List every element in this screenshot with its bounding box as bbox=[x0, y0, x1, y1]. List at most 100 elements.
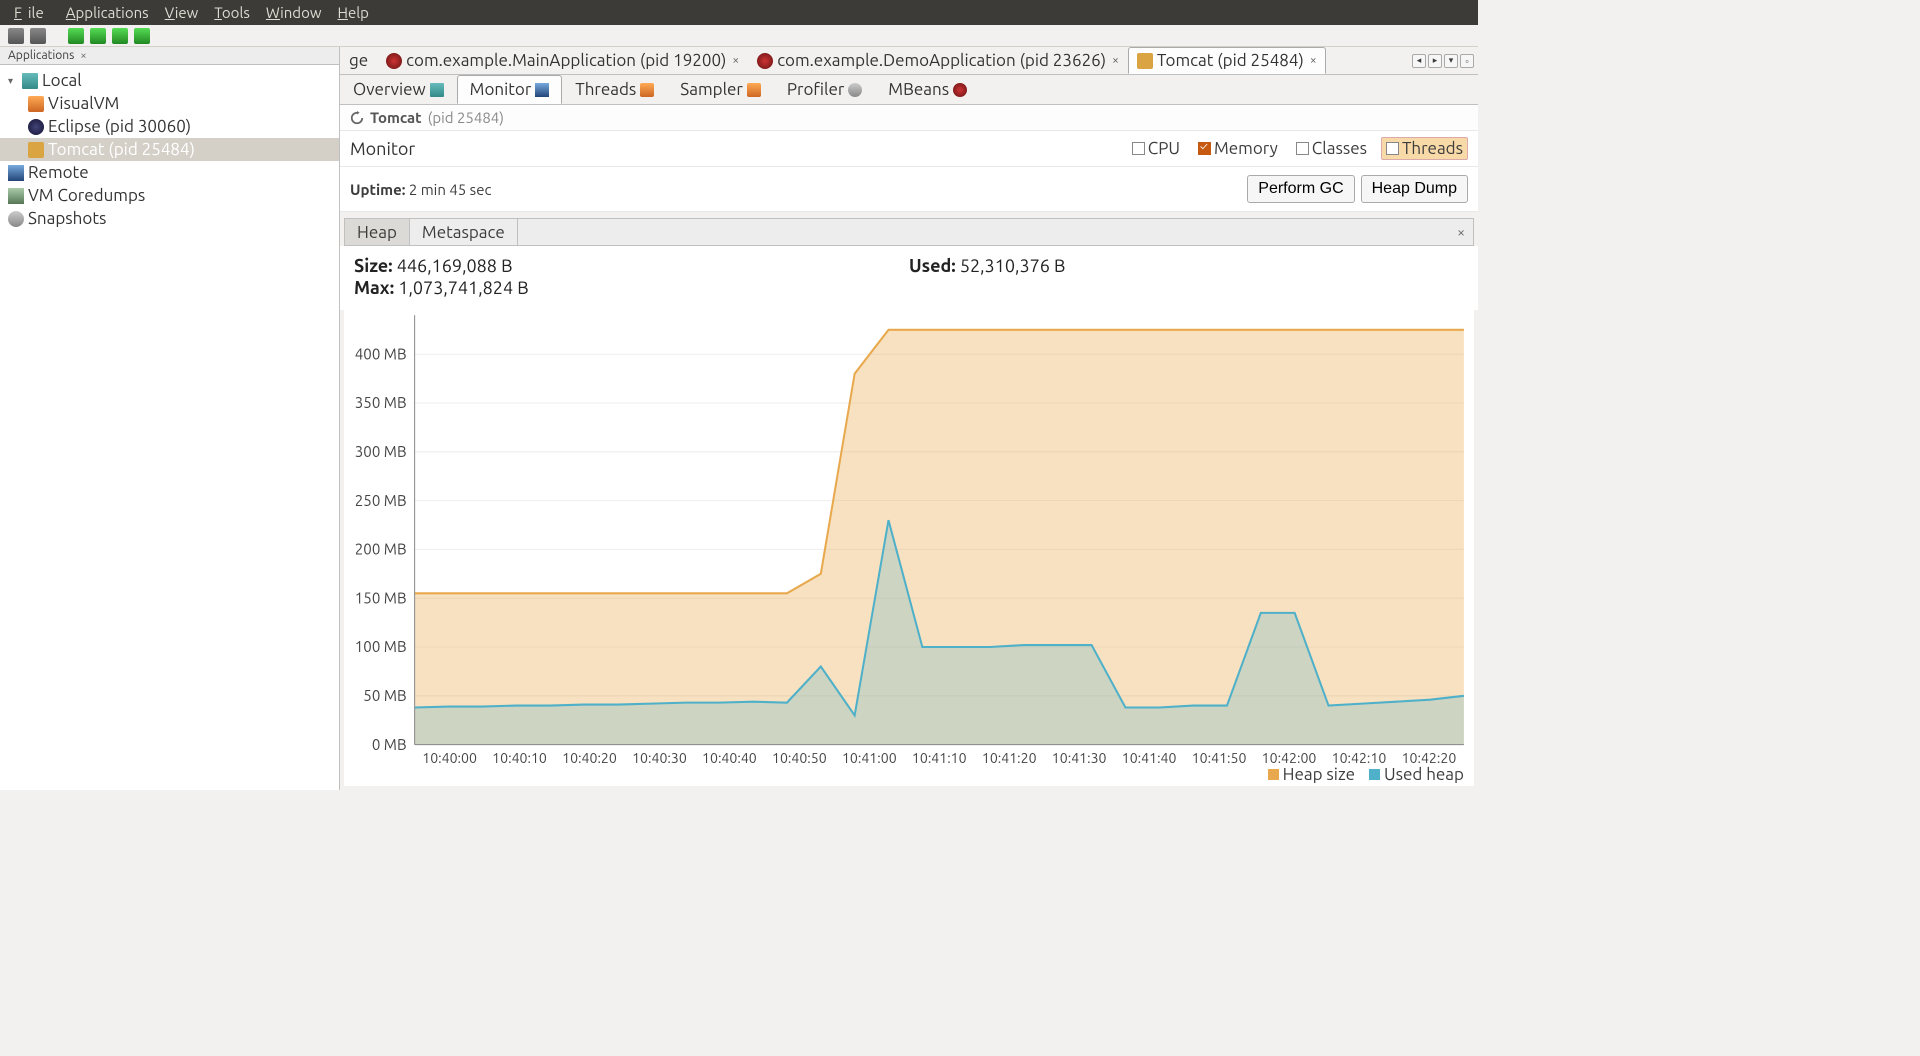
chevron-down-icon[interactable]: ▾ bbox=[8, 75, 18, 87]
tool-icon-4[interactable] bbox=[134, 28, 150, 44]
menu-tools[interactable]: Tools bbox=[208, 2, 256, 23]
profiler-icon bbox=[848, 83, 862, 97]
tab-sampler[interactable]: Sampler bbox=[667, 75, 774, 104]
heap-dump-button[interactable]: Heap Dump bbox=[1361, 175, 1468, 203]
java-icon bbox=[757, 53, 773, 69]
svg-text:10:41:30: 10:41:30 bbox=[1052, 750, 1107, 766]
tab-label: Tomcat (pid 25484) bbox=[1157, 51, 1304, 70]
tab-mbeans[interactable]: MBeans bbox=[875, 75, 980, 104]
check-memory[interactable]: Memory bbox=[1194, 138, 1282, 159]
tab-nav-right[interactable]: ▸ bbox=[1428, 54, 1442, 68]
heap-tabs: Heap Metaspace × bbox=[344, 218, 1474, 246]
remote-icon bbox=[8, 165, 24, 181]
heap-chart: 0 MB50 MB100 MB150 MB200 MB250 MB300 MB3… bbox=[344, 310, 1474, 786]
visualvm-icon bbox=[28, 96, 44, 112]
app-tab-truncated[interactable]: ge bbox=[340, 47, 377, 74]
tab-monitor[interactable]: Monitor bbox=[457, 75, 563, 104]
tool-icon-1[interactable] bbox=[68, 28, 84, 44]
tab-label: MBeans bbox=[888, 80, 949, 99]
chart-legend: Heap size Used heap bbox=[1268, 765, 1464, 784]
svg-text:10:40:50: 10:40:50 bbox=[772, 750, 827, 766]
menu-help[interactable]: Help bbox=[331, 2, 374, 23]
tree-item-eclipse[interactable]: Eclipse (pid 30060) bbox=[0, 115, 339, 138]
svg-text:250 MB: 250 MB bbox=[355, 492, 407, 509]
tab-nav-down[interactable]: ▾ bbox=[1444, 54, 1458, 68]
refresh-icon bbox=[350, 111, 364, 125]
close-icon[interactable]: × bbox=[732, 54, 739, 67]
threads-icon bbox=[640, 83, 654, 97]
tool-icon-3[interactable] bbox=[112, 28, 128, 44]
sidebar: Applications × ▾ Local VisualVM Eclipse … bbox=[0, 47, 340, 790]
close-icon[interactable]: × bbox=[80, 50, 86, 62]
menu-file[interactable]: File bbox=[8, 2, 56, 23]
sidebar-tab-label: Applications bbox=[8, 49, 74, 62]
save-icon[interactable] bbox=[30, 28, 46, 44]
legend-label: Heap size bbox=[1283, 765, 1355, 784]
status-app-name: Tomcat bbox=[370, 109, 422, 126]
tree-local[interactable]: ▾ Local bbox=[0, 69, 339, 92]
tree-item-tomcat[interactable]: Tomcat (pid 25484) bbox=[0, 138, 339, 161]
toolbar bbox=[0, 25, 1478, 47]
svg-text:200 MB: 200 MB bbox=[355, 540, 407, 557]
close-icon[interactable]: × bbox=[1112, 54, 1119, 67]
check-threads[interactable]: Threads bbox=[1381, 137, 1468, 160]
sampler-icon bbox=[747, 83, 761, 97]
legend-label: Used heap bbox=[1384, 765, 1464, 784]
tree-snapshots[interactable]: Snapshots bbox=[0, 207, 339, 230]
tree-label: Local bbox=[42, 71, 82, 90]
open-icon[interactable] bbox=[8, 28, 24, 44]
svg-text:10:40:40: 10:40:40 bbox=[702, 750, 757, 766]
tree-item-visualvm[interactable]: VisualVM bbox=[0, 92, 339, 115]
tab-nav-left[interactable]: ◂ bbox=[1412, 54, 1426, 68]
app-tabs: ge com.example.MainApplication (pid 1920… bbox=[340, 47, 1478, 75]
menu-window[interactable]: Window bbox=[260, 2, 328, 23]
perform-gc-button[interactable]: Perform GC bbox=[1247, 175, 1354, 203]
checkbox-icon bbox=[1132, 142, 1145, 155]
tree-label: Tomcat (pid 25484) bbox=[48, 140, 195, 159]
heap-tab-metaspace[interactable]: Metaspace bbox=[410, 219, 518, 245]
svg-text:10:42:10: 10:42:10 bbox=[1332, 750, 1387, 766]
checkbox-icon bbox=[1296, 142, 1309, 155]
tomcat-icon bbox=[1137, 53, 1153, 69]
app-tab-demo[interactable]: com.example.DemoApplication (pid 23626) … bbox=[748, 47, 1128, 74]
svg-text:150 MB: 150 MB bbox=[355, 589, 407, 606]
tab-overview[interactable]: Overview bbox=[340, 75, 457, 104]
svg-text:10:41:10: 10:41:10 bbox=[912, 750, 967, 766]
tab-nav: ◂ ▸ ▾ ▫ bbox=[1412, 54, 1478, 68]
check-label: Threads bbox=[1402, 139, 1463, 158]
tree-remote[interactable]: Remote bbox=[0, 161, 339, 184]
tree-label: Remote bbox=[28, 163, 89, 182]
app-tab-tomcat[interactable]: Tomcat (pid 25484) × bbox=[1128, 47, 1326, 74]
tree-coredumps[interactable]: VM Coredumps bbox=[0, 184, 339, 207]
used-value: 52,310,376 B bbox=[960, 256, 1066, 276]
mbeans-icon bbox=[953, 83, 967, 97]
max-label: Max: bbox=[354, 278, 394, 298]
status-pid: (pid 25484) bbox=[428, 109, 504, 126]
tab-nav-max[interactable]: ▫ bbox=[1460, 54, 1474, 68]
tree-label: Eclipse (pid 30060) bbox=[48, 117, 191, 136]
tab-label: Threads bbox=[575, 80, 636, 99]
svg-text:100 MB: 100 MB bbox=[355, 638, 407, 655]
sidebar-tab-applications[interactable]: Applications × bbox=[0, 47, 339, 65]
tab-label: Profiler bbox=[787, 80, 844, 99]
check-label: CPU bbox=[1148, 139, 1180, 158]
svg-text:10:40:10: 10:40:10 bbox=[492, 750, 547, 766]
monitor-checks: CPU Memory Classes Threads bbox=[1128, 137, 1468, 160]
uptime-value: 2 min 45 sec bbox=[409, 181, 492, 198]
tab-threads[interactable]: Threads bbox=[562, 75, 667, 104]
close-icon[interactable]: × bbox=[1310, 54, 1317, 67]
close-icon[interactable]: × bbox=[1449, 219, 1473, 245]
check-classes[interactable]: Classes bbox=[1292, 138, 1371, 159]
heap-tab-heap[interactable]: Heap bbox=[345, 219, 410, 245]
check-cpu[interactable]: CPU bbox=[1128, 138, 1184, 159]
menu-applications[interactable]: Applications bbox=[60, 2, 155, 23]
tab-profiler[interactable]: Profiler bbox=[774, 75, 875, 104]
monitor-header: Monitor CPU Memory Classes Threads bbox=[340, 131, 1478, 167]
svg-text:300 MB: 300 MB bbox=[355, 443, 407, 460]
menu-view[interactable]: View bbox=[159, 2, 205, 23]
tool-icon-2[interactable] bbox=[90, 28, 106, 44]
used-label: Used: bbox=[909, 256, 956, 276]
svg-text:10:41:20: 10:41:20 bbox=[982, 750, 1037, 766]
app-tab-main[interactable]: com.example.MainApplication (pid 19200) … bbox=[377, 47, 748, 74]
checkbox-icon bbox=[1198, 142, 1211, 155]
